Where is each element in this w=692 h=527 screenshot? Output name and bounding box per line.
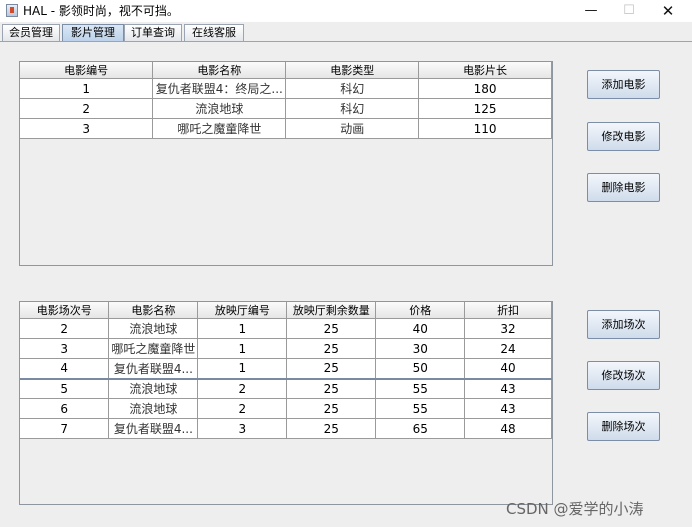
window-title: HAL - 影领时尚，视不可挡。: [23, 4, 179, 18]
table-cell: 流浪地球: [108, 318, 199, 339]
table-cell: 125: [418, 98, 552, 119]
table-cell: 55: [375, 377, 466, 399]
add-movie-button[interactable]: 添加电影: [587, 70, 660, 99]
movie-table-pane[interactable]: 电影编号 电影名称 电影类型 电影片长 1 复仇者联盟4：终局之... 科幻 1…: [19, 61, 553, 266]
table-cell: 7: [20, 418, 110, 439]
table-row[interactable]: 6 流浪地球 2 25 55 43: [20, 398, 552, 419]
table-cell: 110: [418, 118, 552, 139]
table-cell: 50: [375, 358, 466, 379]
table-cell: 2: [20, 318, 110, 339]
table-cell: 2: [197, 398, 288, 419]
table-row[interactable]: 3 哪吒之魔童降世 动画 110: [20, 118, 552, 139]
column-header[interactable]: 电影场次号: [20, 302, 110, 319]
movie-table-header: 电影编号 电影名称 电影类型 电影片长: [20, 62, 552, 79]
table-cell: 25: [286, 338, 377, 359]
table-cell: 43: [464, 398, 552, 419]
table-cell: 流浪地球: [152, 98, 287, 119]
edit-movie-button[interactable]: 修改电影: [587, 122, 660, 151]
tab-order-query[interactable]: 订单查询: [124, 24, 182, 41]
table-cell: 复仇者联盟4...: [108, 418, 199, 439]
session-table-header: 电影场次号 电影名称 放映厅编号 放映厅剩余数量 价格 折扣: [20, 302, 552, 319]
table-row[interactable]: 5 流浪地球 2 25 55 43: [20, 377, 552, 399]
tab-member-management[interactable]: 会员管理: [2, 24, 60, 41]
table-row[interactable]: 4 复仇者联盟4... 1 25 50 40: [20, 358, 552, 379]
minimize-button[interactable]: —: [571, 0, 611, 22]
table-cell: 6: [20, 398, 110, 419]
column-header[interactable]: 电影名称: [152, 62, 287, 79]
column-header[interactable]: 放映厅编号: [197, 302, 288, 319]
table-cell: 3: [197, 418, 288, 439]
column-header[interactable]: 电影名称: [108, 302, 199, 319]
tab-online-service[interactable]: 在线客服: [184, 24, 244, 41]
table-cell: 30: [375, 338, 466, 359]
table-cell: 25: [286, 418, 377, 439]
table-cell: 25: [286, 377, 377, 399]
delete-movie-button[interactable]: 删除电影: [587, 173, 660, 202]
table-cell: 25: [286, 398, 377, 419]
column-header[interactable]: 价格: [375, 302, 466, 319]
table-cell: 32: [464, 318, 552, 339]
table-cell: 24: [464, 338, 552, 359]
column-header[interactable]: 电影类型: [285, 62, 420, 79]
table-cell: 3: [20, 118, 154, 139]
table-cell: 流浪地球: [108, 377, 199, 399]
table-cell: 复仇者联盟4...: [108, 358, 199, 379]
table-cell: 2: [197, 377, 288, 399]
table-cell: 40: [464, 358, 552, 379]
add-session-button[interactable]: 添加场次: [587, 310, 660, 339]
table-cell: 4: [20, 358, 110, 379]
table-cell: 2: [20, 98, 154, 119]
table-row[interactable]: 3 哪吒之魔童降世 1 25 30 24: [20, 338, 552, 359]
table-cell: 25: [286, 358, 377, 379]
maximize-button[interactable]: ☐: [609, 0, 649, 22]
table-cell: 1: [197, 318, 288, 339]
table-cell: 25: [286, 318, 377, 339]
tab-divider: [0, 41, 692, 42]
table-cell: 55: [375, 398, 466, 419]
table-cell: 哪吒之魔童降世: [108, 338, 199, 359]
table-row[interactable]: 1 复仇者联盟4：终局之... 科幻 180: [20, 78, 552, 99]
column-header[interactable]: 放映厅剩余数量: [286, 302, 377, 319]
close-button[interactable]: ✕: [648, 0, 688, 22]
session-table: 电影场次号 电影名称 放映厅编号 放映厅剩余数量 价格 折扣 2 流浪地球 1 …: [20, 302, 552, 439]
table-cell: 1: [20, 78, 154, 99]
table-cell: 流浪地球: [108, 398, 199, 419]
table-cell: 动画: [285, 118, 420, 139]
csdn-watermark: CSDN @爱学的小涛: [506, 500, 644, 518]
delete-session-button[interactable]: 删除场次: [587, 412, 660, 441]
edit-session-button[interactable]: 修改场次: [587, 361, 660, 390]
table-cell: 48: [464, 418, 552, 439]
java-app-icon: [6, 4, 18, 17]
table-cell: 3: [20, 338, 110, 359]
table-cell: 科幻: [285, 78, 420, 99]
column-header[interactable]: 电影编号: [20, 62, 154, 79]
table-row[interactable]: 7 复仇者联盟4... 3 25 65 48: [20, 418, 552, 439]
table-cell: 科幻: [285, 98, 420, 119]
table-cell: 180: [418, 78, 552, 99]
table-cell: 43: [464, 377, 552, 399]
table-cell: 5: [20, 377, 110, 399]
column-header[interactable]: 折扣: [464, 302, 552, 319]
table-cell: 1: [197, 358, 288, 379]
tab-movie-management[interactable]: 影片管理: [62, 24, 124, 41]
table-cell: 哪吒之魔童降世: [152, 118, 287, 139]
table-cell: 40: [375, 318, 466, 339]
table-row[interactable]: 2 流浪地球 科幻 125: [20, 98, 552, 119]
table-cell: 复仇者联盟4：终局之...: [152, 78, 287, 99]
table-cell: 65: [375, 418, 466, 439]
session-table-pane[interactable]: 电影场次号 电影名称 放映厅编号 放映厅剩余数量 价格 折扣 2 流浪地球 1 …: [19, 301, 553, 505]
table-row[interactable]: 2 流浪地球 1 25 40 32: [20, 318, 552, 339]
table-cell: 1: [197, 338, 288, 359]
main-frame: 会员管理 影片管理 订单查询 在线客服 电影编号 电影名称 电影类型 电影片长 …: [0, 22, 692, 527]
title-bar: HAL - 影领时尚，视不可挡。 — ☐ ✕: [0, 0, 692, 22]
column-header[interactable]: 电影片长: [418, 62, 552, 79]
movie-table: 电影编号 电影名称 电影类型 电影片长 1 复仇者联盟4：终局之... 科幻 1…: [20, 62, 552, 139]
